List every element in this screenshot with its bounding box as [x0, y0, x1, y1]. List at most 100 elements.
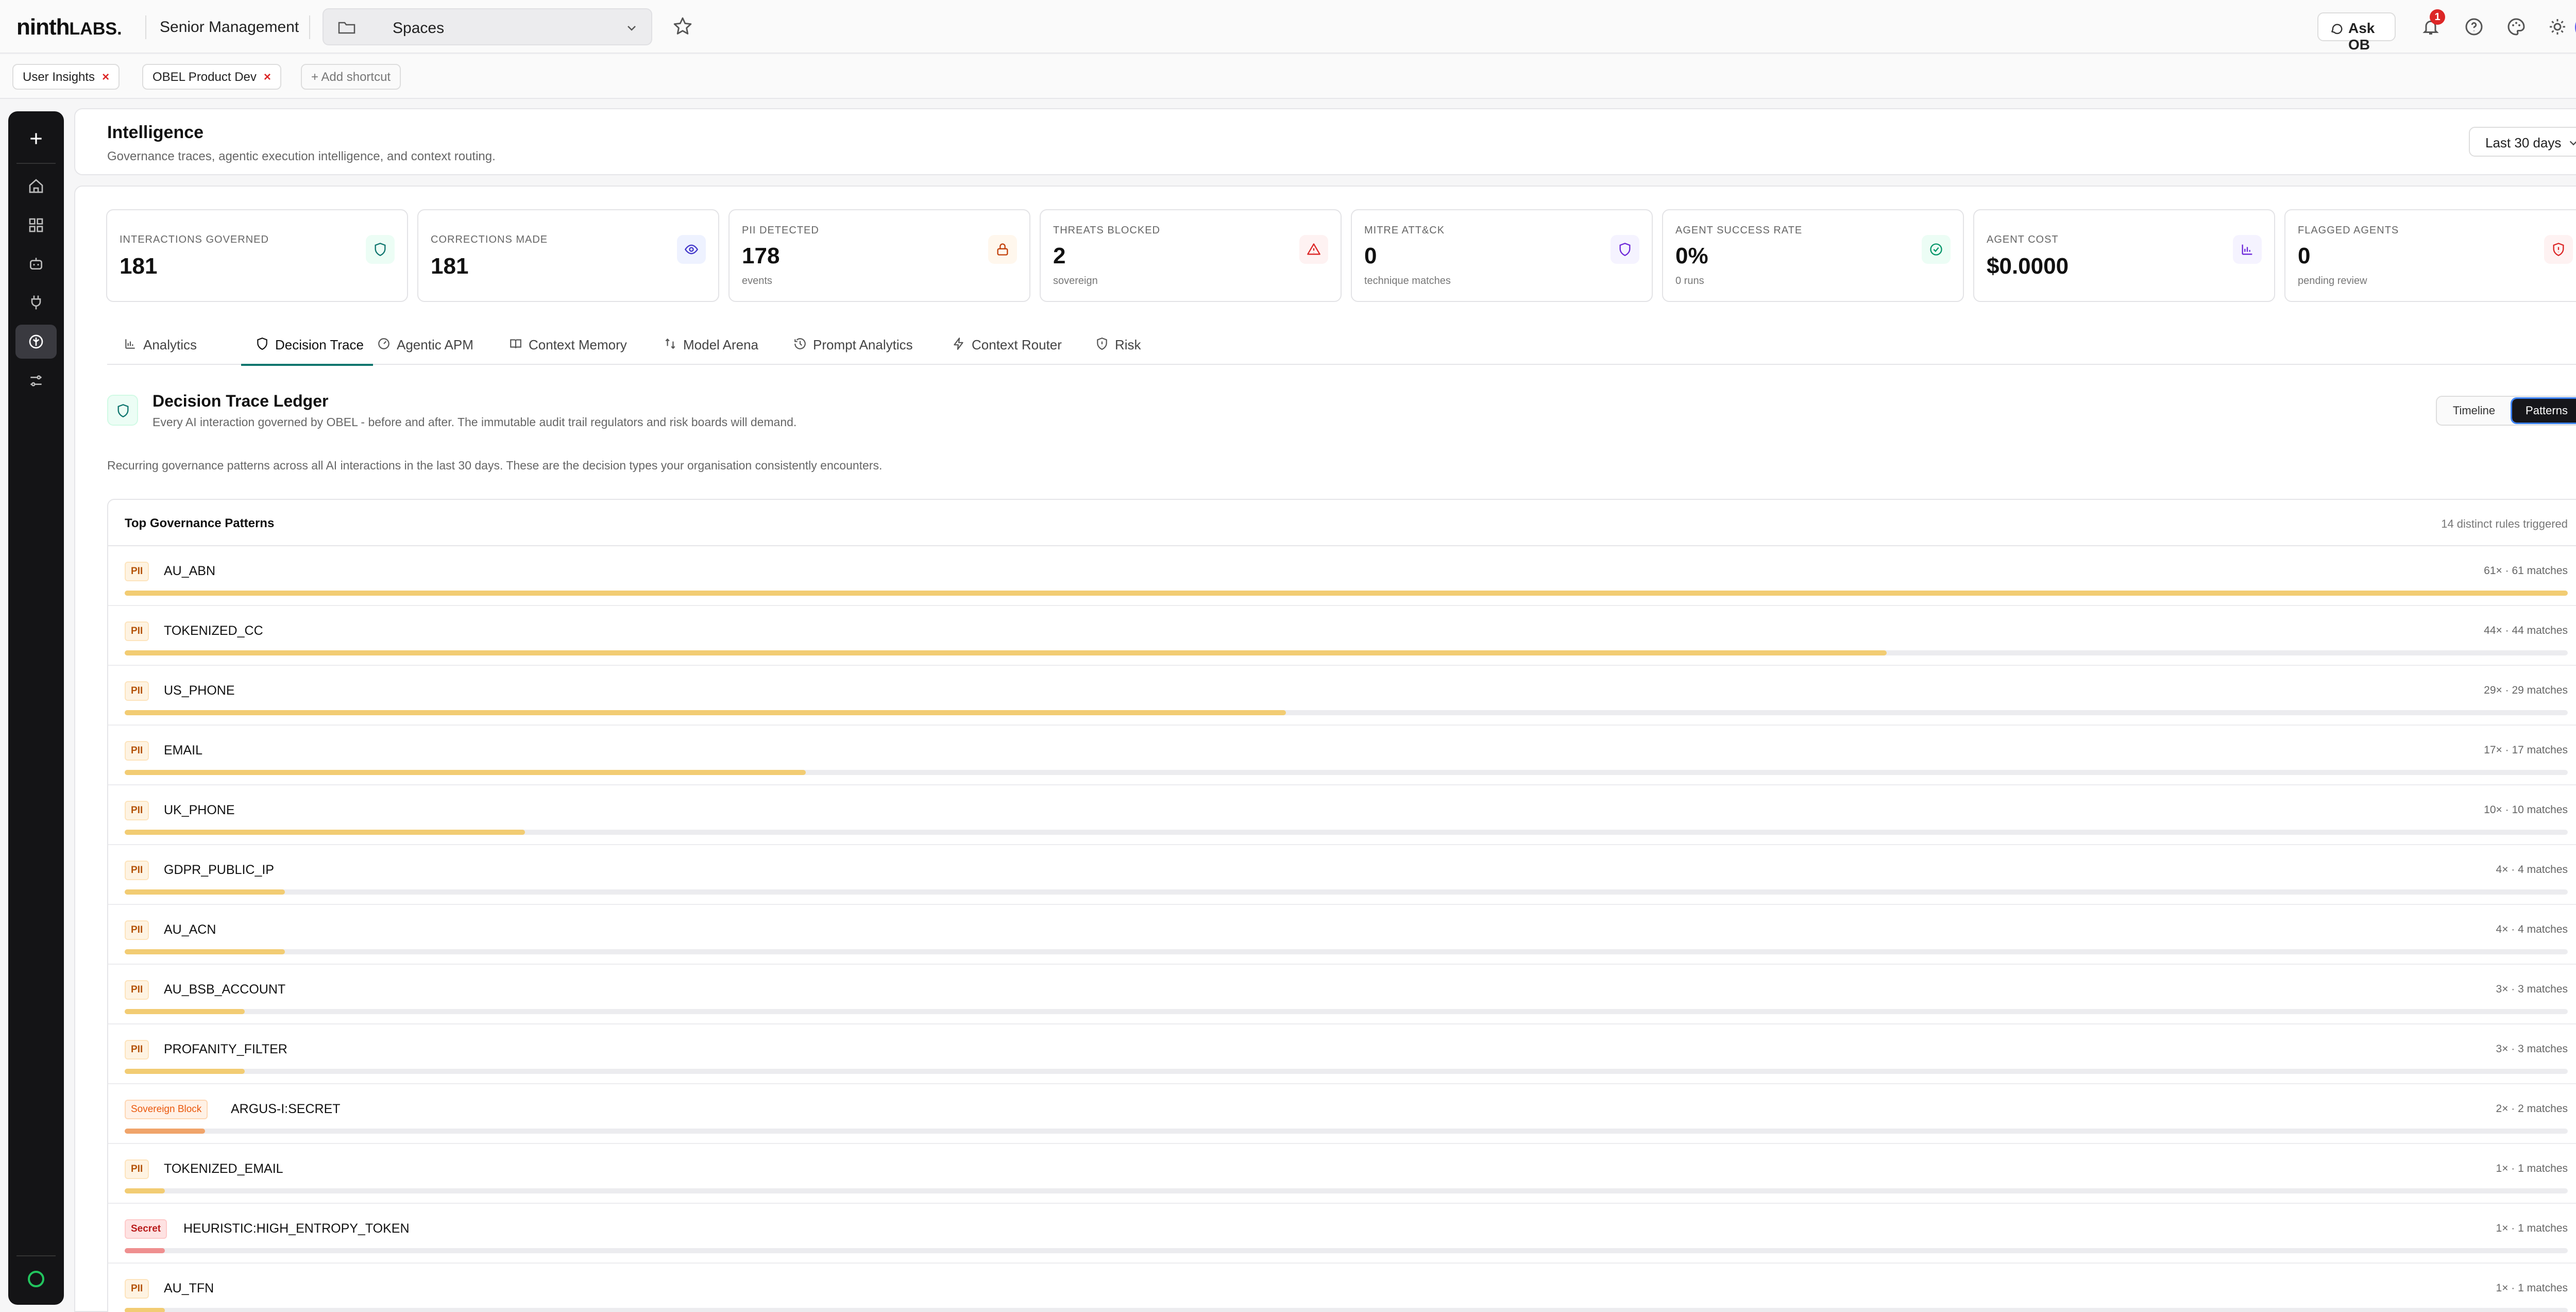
org-name[interactable]: Senior Management [160, 19, 299, 36]
kpi-icon-box [2233, 235, 2262, 264]
new-button[interactable] [15, 122, 57, 156]
pattern-count: 3× · 3 matches [2496, 983, 2568, 995]
view-toggle: Timeline Patterns [2436, 396, 2576, 426]
tab-model-arena[interactable]: Model Arena [664, 329, 767, 365]
pattern-row[interactable]: Sovereign Block ARGUS-I:SECRET 2× · 2 matc… [108, 1084, 2576, 1144]
sun-icon[interactable] [2548, 18, 2567, 36]
sidebar-item-settings[interactable] [15, 364, 57, 398]
plug-icon [31, 295, 41, 310]
status-indicator-icon[interactable] [28, 1271, 44, 1287]
pattern-row[interactable]: PII GDPR_PUBLIC_IP 4× · 4 matches [108, 845, 2576, 905]
kpi-icon-box [677, 235, 706, 264]
bar-chart-icon [2242, 244, 2252, 255]
kpi-icon-box [1611, 235, 1639, 264]
pattern-count: 61× · 61 matches [2484, 565, 2568, 577]
pattern-row[interactable]: PII PROFANITY_FILTER 3× · 3 matches [108, 1024, 2576, 1084]
pattern-row[interactable]: PII AU_ACN 4× · 4 matches [108, 905, 2576, 965]
pattern-row[interactable]: PII TOKENIZED_CC 44× · 44 matches [108, 606, 2576, 666]
date-range-label: Last 30 days [2485, 135, 2562, 150]
sidebar-item-dashboard[interactable] [15, 208, 57, 242]
timeline-button[interactable]: Timeline [2441, 399, 2507, 423]
tab-decision-trace[interactable]: Decision Trace [241, 329, 373, 366]
shortcut-user-insights[interactable]: User Insights × [12, 64, 120, 90]
add-shortcut-button[interactable]: + Add shortcut [301, 64, 401, 90]
pattern-bar-fill [125, 949, 285, 954]
pattern-count: 1× · 1 matches [2496, 1163, 2568, 1174]
pattern-tag: PII [125, 1040, 149, 1059]
ask-ob-button[interactable]: Ask OB [2317, 12, 2396, 53]
pattern-bar-track [125, 591, 2568, 596]
close-icon[interactable]: × [102, 70, 109, 84]
governance-patterns-table: Top Governance Patterns 14 distinct rule… [107, 499, 2576, 1312]
table-title: Top Governance Patterns [125, 516, 275, 530]
notification-badge: 1 [2430, 9, 2445, 25]
kpi-note: 0 runs [1675, 275, 1704, 287]
patterns-description: Recurring governance patterns across all… [107, 459, 883, 472]
sidebar-item-agents[interactable] [15, 246, 57, 280]
pattern-row[interactable]: PII AU_BSB_ACCOUNT 3× · 3 matches [108, 965, 2576, 1024]
pattern-bar-track [125, 1069, 2568, 1074]
sidebar-item-home[interactable] [15, 169, 57, 203]
page-title: Intelligence [107, 123, 204, 142]
pattern-count: 4× · 4 matches [2496, 864, 2568, 876]
ledger-badge [107, 395, 138, 426]
kpi-value: 2 [1053, 243, 1066, 268]
pattern-bar-fill [125, 1129, 205, 1134]
pattern-tag: PII [125, 562, 149, 581]
kpi-value: 178 [742, 243, 780, 268]
pattern-bar-track [125, 1248, 2568, 1253]
pattern-bar-track [125, 830, 2568, 835]
tab-label: Risk [1115, 337, 1141, 352]
spaces-dropdown[interactable]: Spaces [323, 8, 652, 45]
palette-icon[interactable] [2507, 18, 2526, 36]
pattern-bar-fill [125, 1009, 245, 1014]
pattern-tag: Sovereign Block [125, 1100, 208, 1119]
shortcut-label: OBEL Product Dev [152, 70, 257, 84]
tab-context-router[interactable]: Context Router [952, 329, 1066, 365]
kpi-icon-box [1299, 235, 1328, 264]
pattern-row[interactable]: PII US_PHONE 29× · 29 matches [108, 666, 2576, 726]
pattern-row[interactable]: PII EMAIL 17× · 17 matches [108, 726, 2576, 785]
close-icon[interactable]: × [264, 70, 271, 84]
tab-context-memory[interactable]: Context Memory [509, 329, 636, 365]
patterns-button[interactable]: Patterns [2511, 397, 2576, 424]
active-tab-indicator [241, 364, 373, 366]
pattern-bar-track [125, 949, 2568, 954]
kpi-icon-box [366, 235, 395, 264]
sidebar-item-integrations[interactable] [15, 285, 57, 319]
pattern-count: 1× · 1 matches [2496, 1222, 2568, 1234]
sidebar-item-intelligence[interactable] [15, 325, 57, 359]
sidebar [8, 111, 64, 1305]
tab-prompt-analytics[interactable]: Prompt Analytics [793, 329, 927, 365]
tab-risk[interactable]: Risk [1095, 329, 1141, 365]
shortcut-obel-product-dev[interactable]: OBEL Product Dev × [142, 64, 281, 90]
warning-icon [1307, 243, 1320, 255]
logo[interactable]: ninthLABS. [16, 14, 122, 40]
kpi-label: Agent Cost [1987, 234, 2059, 245]
pattern-count: 4× · 4 matches [2496, 923, 2568, 935]
star-icon[interactable] [673, 16, 692, 36]
pattern-row[interactable]: PII TOKENIZED_EMAIL 1× · 1 matches [108, 1144, 2576, 1204]
pattern-bar-track [125, 710, 2568, 715]
kpi-card: MITRE ATT&CK 0 technique matches [1351, 209, 1653, 302]
tab-bar: Analytics Decision Trace Agentic APM Contex… [107, 329, 2576, 366]
kpi-card: Interactions Governed 181 [106, 209, 408, 302]
pattern-tag: PII [125, 681, 149, 701]
tab-analytics[interactable]: Analytics [124, 329, 201, 365]
pattern-tag: PII [125, 1159, 149, 1179]
tab-label: Context Router [972, 337, 1062, 352]
kpi-card: Agent Cost $0.0000 [1973, 209, 2275, 302]
date-range-select[interactable]: Last 30 days [2469, 127, 2576, 157]
kpi-icon-box [988, 235, 1017, 264]
pattern-row[interactable]: Secret HEURISTIC:HIGH_ENTROPY_TOKEN 1× · 1… [108, 1204, 2576, 1264]
shield-alert-icon [2553, 243, 2564, 256]
pattern-row[interactable]: PII AU_ABN 61× · 61 matches [108, 546, 2576, 606]
pattern-bar-track [125, 889, 2568, 895]
tab-agentic-apm[interactable]: Agentic APM [377, 329, 485, 365]
pattern-name: TOKENIZED_EMAIL [164, 1162, 283, 1176]
pattern-row[interactable]: PII AU_TFN 1× · 1 matches [108, 1264, 2576, 1312]
page-header: Intelligence Governance traces, agentic … [74, 108, 2576, 175]
swap-icon [665, 338, 675, 349]
help-icon[interactable] [2465, 18, 2483, 36]
pattern-row[interactable]: PII UK_PHONE 10× · 10 matches [108, 785, 2576, 845]
